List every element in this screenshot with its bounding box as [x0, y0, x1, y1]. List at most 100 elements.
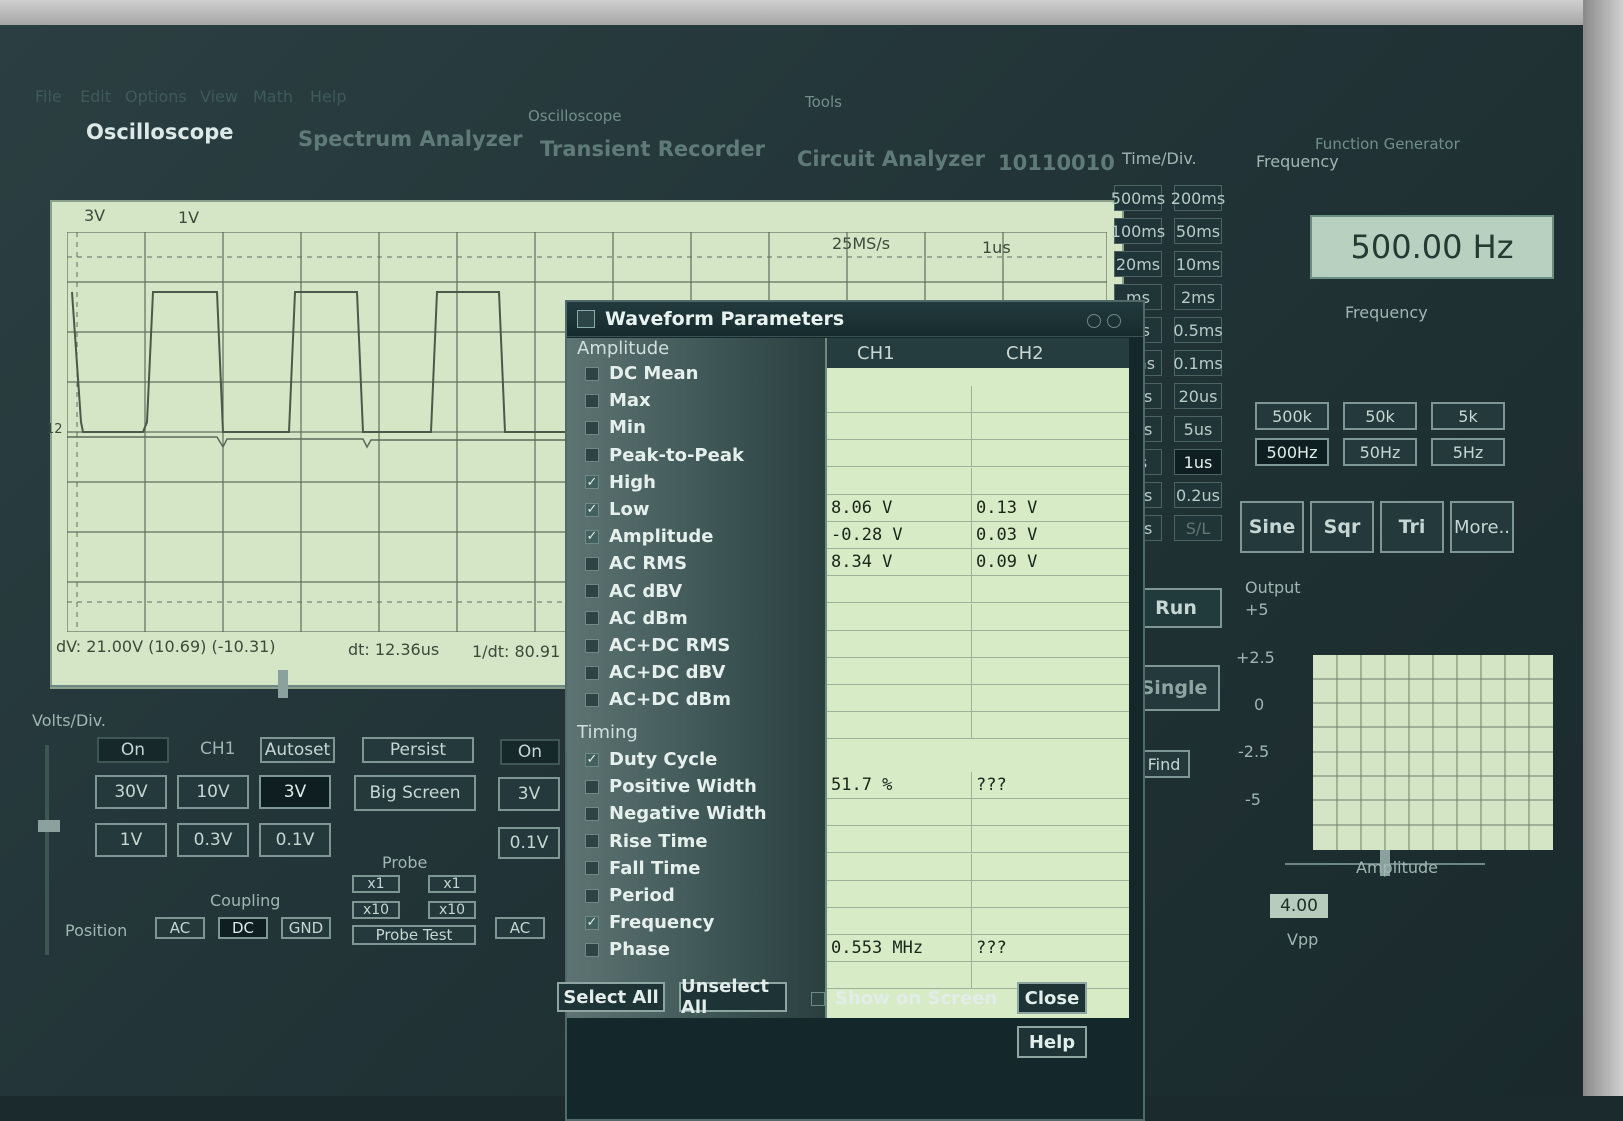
checkbox-icon[interactable]: [585, 638, 599, 653]
find-button[interactable]: Find: [1138, 750, 1190, 778]
menu-options[interactable]: Options: [125, 87, 187, 106]
param-amplitude_params-11[interactable]: AC+DC dBV: [585, 659, 725, 686]
volts-10v-button[interactable]: 10V: [177, 775, 249, 809]
ch2-probe-x10-button[interactable]: x10: [428, 901, 476, 919]
ch1-on-button[interactable]: On: [97, 737, 169, 763]
checkbox-icon[interactable]: [585, 393, 599, 408]
waveform-square-button[interactable]: Sqr: [1310, 501, 1374, 553]
param-timing_params-4[interactable]: Fall Time: [585, 855, 700, 882]
td-200ms-button[interactable]: 200ms: [1171, 185, 1225, 211]
volts-0-1v-button[interactable]: 0.1V: [259, 823, 331, 857]
checkbox-icon[interactable]: [585, 448, 599, 463]
td-sl-button[interactable]: S/L: [1174, 515, 1222, 541]
dialog-close-icon[interactable]: [1107, 314, 1121, 328]
checkbox-icon[interactable]: [585, 779, 599, 794]
td-5us-button[interactable]: 5us: [1174, 416, 1222, 442]
param-timing_params-6[interactable]: ✓ Frequency: [585, 909, 714, 936]
probe-x1-button[interactable]: x1: [352, 875, 400, 893]
checkbox-icon[interactable]: ✓: [585, 915, 599, 930]
param-timing_params-1[interactable]: Positive Width: [585, 773, 757, 800]
param-timing_params-7[interactable]: Phase: [585, 936, 670, 963]
waveform-triangle-button[interactable]: Tri: [1380, 501, 1444, 553]
tab-circuit-analyzer[interactable]: Circuit Analyzer: [797, 147, 985, 171]
help-button[interactable]: Help: [1017, 1026, 1087, 1058]
checkbox-icon[interactable]: [585, 611, 599, 626]
show-on-screen-box[interactable]: [811, 991, 825, 1006]
volts-3v-button[interactable]: 3V: [259, 775, 331, 809]
tab-logic-analyzer[interactable]: 10110010: [998, 151, 1115, 175]
td-2ms-button[interactable]: 2ms: [1174, 284, 1222, 310]
param-amplitude_params-9[interactable]: AC dBm: [585, 605, 688, 632]
range-50k-button[interactable]: 50k: [1343, 402, 1417, 430]
amplitude-value-field[interactable]: 4.00: [1270, 894, 1328, 918]
select-all-button[interactable]: Select All: [557, 982, 665, 1012]
menu-math[interactable]: Math: [253, 87, 293, 106]
checkbox-icon[interactable]: [585, 942, 599, 957]
checkbox-icon[interactable]: [585, 665, 599, 680]
dialog-title-bar[interactable]: Waveform Parameters: [567, 302, 1143, 337]
checkbox-icon[interactable]: [585, 556, 599, 571]
volts-30v-button[interactable]: 30V: [95, 775, 167, 809]
ch2-volts-0-1v-button[interactable]: 0.1V: [498, 827, 560, 859]
position-slider-handle[interactable]: [38, 820, 60, 832]
range-500k-button[interactable]: 500k: [1255, 402, 1329, 430]
checkbox-icon[interactable]: [585, 692, 599, 707]
waveform-sine-button[interactable]: Sine: [1240, 501, 1304, 553]
big-screen-button[interactable]: Big Screen: [354, 775, 476, 811]
horizontal-position-slider[interactable]: [278, 670, 288, 698]
autoset-button[interactable]: Autoset: [260, 737, 335, 763]
checkbox-icon[interactable]: [585, 888, 599, 903]
show-on-screen-checkbox[interactable]: Show on Screen: [811, 988, 997, 1009]
coupling-dc-button[interactable]: DC: [218, 917, 268, 939]
range-50hz-button[interactable]: 50Hz: [1343, 438, 1417, 466]
td-0-5ms-button[interactable]: 0.5ms: [1173, 317, 1223, 343]
checkbox-icon[interactable]: ✓: [585, 502, 599, 517]
td-10ms-button[interactable]: 10ms: [1174, 251, 1222, 277]
probe-test-button[interactable]: Probe Test: [352, 925, 476, 945]
volts-1v-button[interactable]: 1V: [95, 823, 167, 857]
tab-oscilloscope[interactable]: Oscilloscope: [86, 120, 233, 144]
param-amplitude_params-6[interactable]: ✓ Amplitude: [585, 523, 713, 550]
range-500hz-button[interactable]: 500Hz: [1255, 438, 1329, 466]
checkbox-icon[interactable]: ✓: [585, 752, 599, 767]
param-amplitude_params-7[interactable]: AC RMS: [585, 550, 687, 577]
checkbox-icon[interactable]: [585, 861, 599, 876]
param-amplitude_params-0[interactable]: DC Mean: [585, 360, 699, 387]
param-timing_params-5[interactable]: Period: [585, 882, 675, 909]
param-amplitude_params-4[interactable]: ✓ High: [585, 469, 656, 496]
tab-spectrum-analyzer[interactable]: Spectrum Analyzer: [298, 127, 522, 151]
td-20us-button[interactable]: 20us: [1174, 383, 1222, 409]
checkbox-icon[interactable]: ✓: [585, 529, 599, 544]
dialog-minimize-icon[interactable]: [1087, 314, 1101, 328]
frequency-display[interactable]: 500.00 Hz: [1310, 215, 1554, 279]
unselect-all-button[interactable]: Unselect All: [679, 976, 787, 1018]
td-50ms-button[interactable]: 50ms: [1174, 218, 1222, 244]
range-5k-button[interactable]: 5k: [1431, 402, 1505, 430]
ch2-on-button[interactable]: On: [500, 739, 560, 765]
td-100ms-button[interactable]: 100ms: [1111, 218, 1165, 244]
param-timing_params-2[interactable]: Negative Width: [585, 800, 767, 827]
param-amplitude_params-3[interactable]: Peak-to-Peak: [585, 442, 744, 469]
param-amplitude_params-10[interactable]: AC+DC RMS: [585, 632, 730, 659]
checkbox-icon[interactable]: [585, 806, 599, 821]
param-amplitude_params-5[interactable]: ✓ Low: [585, 496, 649, 523]
menu-file[interactable]: File: [35, 87, 62, 106]
param-timing_params-3[interactable]: Rise Time: [585, 828, 708, 855]
coupling-gnd-button[interactable]: GND: [281, 917, 331, 939]
checkbox-icon[interactable]: [585, 584, 599, 599]
td-20ms-button[interactable]: 20ms: [1114, 251, 1162, 277]
checkbox-icon[interactable]: [585, 420, 599, 435]
td-0-1ms-button[interactable]: 0.1ms: [1173, 350, 1223, 376]
coupling-ac-button[interactable]: AC: [155, 917, 205, 939]
param-timing_params-0[interactable]: ✓ Duty Cycle: [585, 746, 717, 773]
menu-help[interactable]: Help: [310, 87, 346, 106]
range-5hz-button[interactable]: 5Hz: [1431, 438, 1505, 466]
close-button[interactable]: Close: [1017, 982, 1087, 1014]
td-500ms-button[interactable]: 500ms: [1111, 185, 1165, 211]
menu-view[interactable]: View: [200, 87, 238, 106]
checkbox-icon[interactable]: ✓: [585, 475, 599, 490]
param-amplitude_params-2[interactable]: Min: [585, 414, 646, 441]
ch2-probe-x1-button[interactable]: x1: [428, 875, 476, 893]
tab-transient-recorder[interactable]: Transient Recorder: [540, 137, 765, 161]
param-amplitude_params-8[interactable]: AC dBV: [585, 578, 682, 605]
